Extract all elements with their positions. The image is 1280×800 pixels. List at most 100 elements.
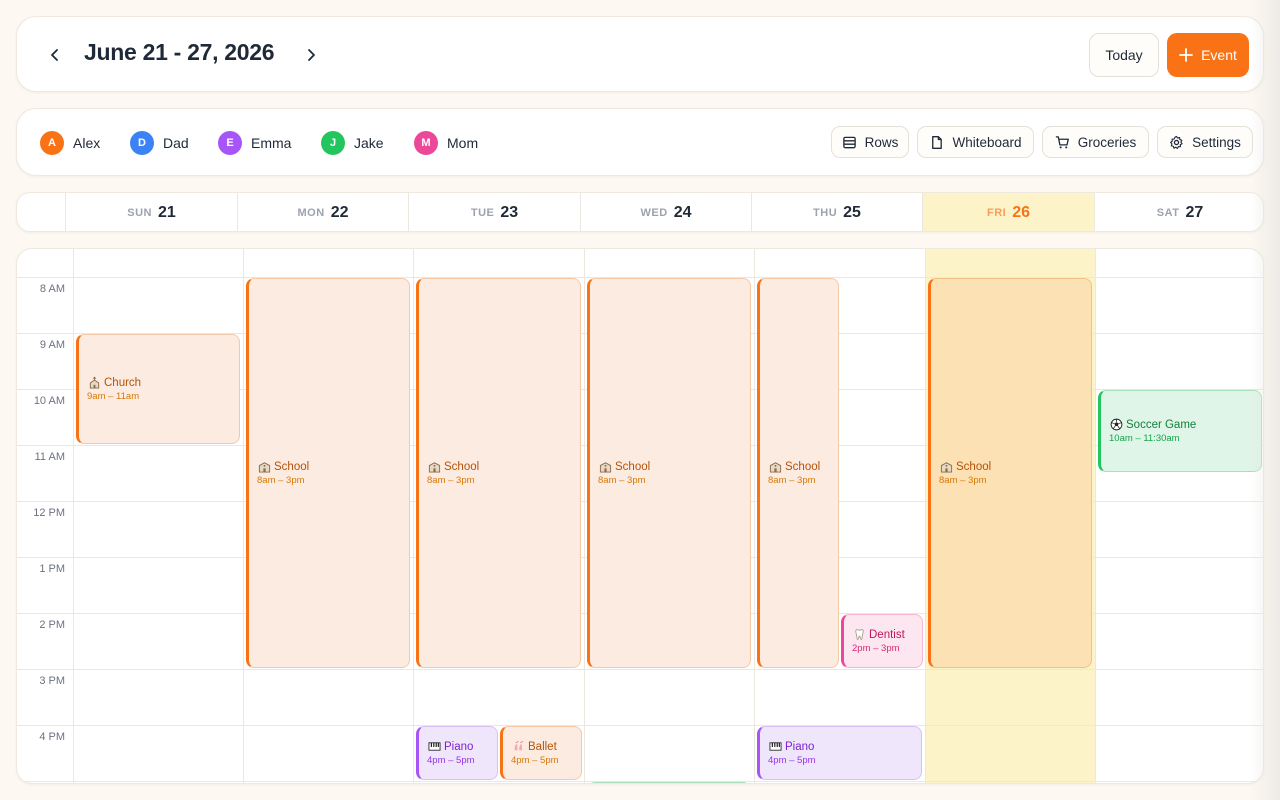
day-of-week: TUE (470, 207, 495, 219)
time-label: 10 AM (33, 395, 65, 407)
event-church[interactable]: Church 9am – 11am (76, 334, 240, 444)
avatar: J (321, 131, 345, 155)
event-title-text: Piano (444, 740, 474, 753)
tooth-icon (852, 628, 866, 642)
member-name: Dad (163, 135, 189, 151)
piano-icon (768, 740, 782, 754)
header-bar: June 21 - 27, 2026 Today Event (16, 16, 1264, 92)
day-of-week: SUN (127, 207, 152, 219)
member-mom[interactable]: M Mom (414, 131, 478, 155)
time-label: 11 AM (34, 451, 65, 463)
member-emma[interactable]: E Emma (218, 131, 291, 155)
event-piano[interactable]: Piano 4pm – 5pm (416, 726, 498, 780)
event-time: 10am – 11:30am (1109, 432, 1180, 444)
event-title-text: School (615, 460, 651, 473)
cart-icon (1055, 135, 1069, 148)
event-title-text: Soccer Game (1126, 418, 1197, 431)
rows-button[interactable]: Rows (831, 126, 909, 158)
day-header-sun[interactable]: SUN 21 (65, 193, 237, 231)
piano-icon (427, 740, 441, 754)
day-gridline (73, 249, 74, 783)
next-week-button[interactable] (293, 37, 329, 73)
event-soccer-game[interactable]: Soccer Game 10am – 11:30am (1098, 390, 1262, 472)
event-time: 8am – 3pm (257, 474, 305, 486)
gear-icon (1170, 135, 1183, 149)
hour-gridline (17, 669, 1263, 670)
event-title-text: School (274, 460, 310, 473)
event-untitled[interactable] (587, 782, 751, 783)
groceries-button[interactable]: Groceries (1042, 126, 1149, 158)
event-title: School (768, 460, 838, 474)
week-grid[interactable]: 8 AM 9 AM 10 AM 11 AM 12 PM 1 PM 2 PM 3 PM 4 PM C… (16, 248, 1264, 784)
event-title: Church (87, 376, 239, 390)
event-time: 4pm – 5pm (511, 754, 559, 766)
event-title: Piano (427, 740, 497, 754)
event-time: 9am – 11am (87, 390, 140, 402)
event-school[interactable]: School 8am – 3pm (416, 278, 581, 668)
church-icon (87, 376, 101, 390)
ballet-icon (511, 740, 525, 754)
school-icon (257, 460, 271, 474)
event-time: 8am – 3pm (768, 474, 816, 486)
member-alex[interactable]: A Alex (40, 131, 100, 155)
previous-week-button[interactable] (37, 37, 73, 73)
member-jake[interactable]: J Jake (321, 131, 384, 155)
plus-icon (1179, 48, 1193, 62)
event-ballet[interactable]: Ballet 4pm – 5pm (500, 726, 582, 780)
time-label: 9 AM (39, 339, 65, 351)
day-header-thu[interactable]: THU 25 (751, 193, 922, 231)
whiteboard-label: Whiteboard (952, 134, 1022, 150)
event-time: 8am – 3pm (427, 474, 475, 486)
groceries-label: Groceries (1077, 134, 1137, 150)
day-header-mon[interactable]: MON 22 (237, 193, 408, 231)
event-school[interactable]: School 8am – 3pm (928, 278, 1092, 668)
avatar: E (218, 131, 242, 155)
chevron-right-icon (308, 49, 315, 61)
event-title-text: Church (104, 376, 142, 389)
event-title: School (598, 460, 750, 474)
event-school[interactable]: School 8am – 3pm (246, 278, 410, 668)
day-number: 23 (500, 204, 519, 221)
add-event-label: Event (1201, 47, 1237, 63)
day-of-week: FRI (986, 207, 1007, 219)
day-gridline (243, 249, 244, 783)
member-name: Alex (73, 135, 101, 151)
event-dentist[interactable]: Dentist 2pm – 3pm (841, 614, 923, 668)
date-range-title: June 21 - 27, 2026 (84, 39, 275, 65)
time-label: 12 PM (33, 507, 65, 519)
event-title-text: Piano (785, 740, 815, 753)
time-label: 4 PM (39, 731, 65, 743)
event-time: 8am – 3pm (939, 474, 987, 486)
event-title-text: School (785, 460, 821, 473)
avatar: A (40, 131, 64, 155)
event-time: 2pm – 3pm (852, 642, 900, 654)
school-icon (427, 460, 441, 474)
add-event-button[interactable]: Event (1167, 33, 1249, 77)
member-name: Mom (447, 135, 479, 151)
whiteboard-icon (932, 135, 943, 149)
event-title: School (427, 460, 580, 474)
day-header-wed[interactable]: WED 24 (580, 193, 751, 231)
day-gridline (584, 249, 585, 783)
day-number: 22 (330, 204, 349, 221)
avatar: D (130, 131, 154, 155)
hour-gridline (17, 725, 1263, 726)
member-name: Emma (251, 135, 292, 151)
day-header-fri[interactable]: FRI 26 (922, 193, 1094, 231)
event-title: School (939, 460, 1091, 474)
day-header-tue[interactable]: TUE 23 (408, 193, 580, 231)
event-title-text: School (444, 460, 480, 473)
avatar: M (414, 131, 438, 155)
event-school[interactable]: School 8am – 3pm (757, 278, 839, 668)
event-time: 4pm – 5pm (427, 754, 475, 766)
settings-button[interactable]: Settings (1157, 126, 1253, 158)
whiteboard-button[interactable]: Whiteboard (917, 126, 1034, 158)
day-number: 27 (1185, 204, 1204, 221)
event-school[interactable]: School 8am – 3pm (587, 278, 751, 668)
event-title: Soccer Game (1109, 418, 1261, 432)
today-button[interactable]: Today (1089, 33, 1159, 77)
day-header-sat[interactable]: SAT 27 (1094, 193, 1263, 231)
event-title: Piano (768, 740, 921, 754)
event-piano[interactable]: Piano 4pm – 5pm (757, 726, 922, 780)
member-dad[interactable]: D Dad (130, 131, 189, 155)
